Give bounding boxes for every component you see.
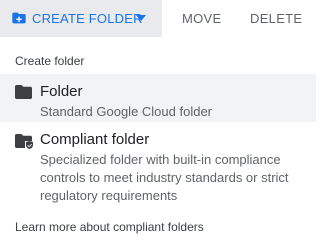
create-folder-label: CREATE FOLDER	[32, 11, 143, 26]
menu-item-compliant-folder[interactable]: Compliant folder Specialized folder with…	[0, 124, 316, 214]
delete-button[interactable]: DELETE	[250, 11, 302, 27]
learn-more-link[interactable]: Learn more about compliant folders	[15, 220, 204, 234]
create-folder-button[interactable]: CREATE FOLDER	[0, 0, 162, 37]
toolbar: CREATE FOLDER MOVE DELETE	[0, 0, 316, 37]
folder-icon	[15, 85, 32, 99]
menu-item-compliant-folder-title: Compliant folder	[40, 131, 150, 148]
menu-item-folder-title: Folder	[40, 83, 83, 100]
menu-item-compliant-folder-description: Specialized folder with built-in complia…	[40, 152, 289, 203]
compliant-folder-icon	[15, 134, 33, 149]
menu-item-folder[interactable]: Folder Standard Google Cloud folder	[0, 74, 316, 122]
create-folder-menu: Create folder Folder Standard Google Clo…	[0, 37, 316, 247]
create-new-folder-icon	[12, 12, 26, 24]
caret-down-icon	[136, 15, 146, 21]
menu-heading: Create folder	[15, 54, 85, 68]
move-button[interactable]: MOVE	[182, 11, 221, 27]
menu-item-folder-description: Standard Google Cloud folder	[40, 104, 213, 119]
